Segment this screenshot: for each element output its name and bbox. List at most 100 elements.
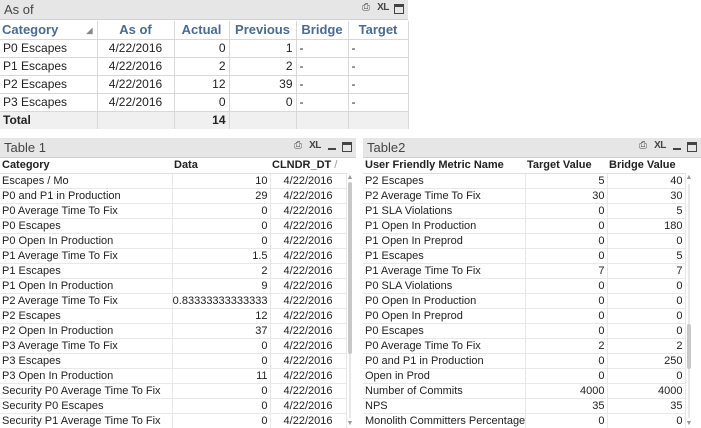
table-row[interactable]: Number of Commits 4000 4000	[363, 383, 686, 399]
table-cell[interactable]: 0	[172, 383, 271, 399]
table-cell[interactable]: 0	[607, 323, 686, 339]
table-cell[interactable]: 0.83333333333333	[172, 293, 271, 309]
table-cell[interactable]: 0	[525, 413, 608, 428]
table-cell[interactable]: 2	[174, 57, 230, 76]
table-cell[interactable]: P0 Escapes	[0, 39, 98, 58]
column-header-target-value[interactable]: Target Value	[525, 158, 607, 174]
table-cell[interactable]: Security P0 Average Time To Fix	[0, 383, 173, 399]
table-cell[interactable]: 40	[607, 173, 686, 189]
column-header-category[interactable]: Category ◢	[0, 21, 98, 40]
table-cell[interactable]: 0	[525, 323, 608, 339]
table-cell[interactable]: 250	[607, 353, 686, 369]
table-cell[interactable]: 2	[525, 338, 608, 354]
table-cell[interactable]: P2 Average Time To Fix	[0, 293, 173, 309]
table-cell[interactable]: P2 Escapes	[363, 173, 526, 189]
table-cell[interactable]: Security P0 Escapes	[0, 398, 173, 414]
table-cell[interactable]: 0	[525, 248, 608, 264]
table-cell[interactable]: 9	[172, 278, 271, 294]
table-cell[interactable]: P3 Average Time To Fix	[0, 338, 173, 354]
table-cell[interactable]: -	[296, 39, 349, 58]
table-cell[interactable]: P1 SLA Violations	[363, 203, 526, 219]
table-cell[interactable]: P0 Escapes	[0, 218, 173, 234]
table1-caption-bar[interactable]: Table 1 ⎙ XL	[0, 138, 356, 158]
table-cell[interactable]: 2	[172, 263, 271, 279]
table-cell[interactable]: 2	[607, 338, 686, 354]
table-cell[interactable]: 0	[525, 368, 608, 384]
table-row[interactable]: Security P0 Escapes 0 4/22/2016	[0, 398, 347, 414]
table-cell[interactable]: 0	[172, 353, 271, 369]
table-cell[interactable]: 4/22/2016	[270, 338, 347, 354]
table-row[interactable]: P0 and P1 in Production 0 250	[363, 353, 686, 369]
xl-export-icon[interactable]: XL	[376, 2, 390, 14]
table-cell[interactable]: P0 Average Time To Fix	[363, 338, 526, 354]
table-cell[interactable]: 35	[525, 398, 608, 414]
table-cell[interactable]: 0	[525, 308, 608, 324]
column-header-data[interactable]: Data	[172, 158, 270, 174]
scroll-down-icon[interactable]: ▼	[346, 420, 354, 428]
table-cell[interactable]: 0	[607, 278, 686, 294]
scroll-up-icon[interactable]: ▲	[685, 174, 693, 182]
minimize-icon[interactable]	[671, 140, 683, 152]
table-cell[interactable]: -	[348, 57, 409, 76]
table-cell[interactable]: 39	[229, 75, 297, 94]
table-cell[interactable]: NPS	[363, 398, 526, 414]
table-row[interactable]: P1 SLA Violations 0 5	[363, 203, 686, 219]
table-cell[interactable]: 0	[525, 278, 608, 294]
table-row[interactable]: P2 Average Time To Fix 30 30	[363, 188, 686, 204]
table-row[interactable]: P0 Escapes 0 4/22/2016	[0, 218, 347, 234]
table-cell[interactable]: -	[348, 39, 409, 58]
table-row[interactable]: P2 Escapes 5 40	[363, 173, 686, 189]
table-row[interactable]: P2 Escapes 12 4/22/2016	[0, 308, 347, 324]
table-cell[interactable]: 0	[607, 413, 686, 428]
table-cell[interactable]: 0	[229, 93, 297, 112]
table-cell[interactable]: P0 and P1 in Production	[0, 188, 173, 204]
table-cell[interactable]: P3 Escapes	[0, 353, 173, 369]
table-row[interactable]: P0 SLA Violations 0 0	[363, 278, 686, 294]
table-cell[interactable]: P0 Average Time To Fix	[0, 203, 173, 219]
table-row[interactable]: Escapes / Mo 10 4/22/2016	[0, 173, 347, 189]
table-row[interactable]: P0 Average Time To Fix 0 4/22/2016	[0, 203, 347, 219]
table-row[interactable]: P2 Open In Production 37 4/22/2016	[0, 323, 347, 339]
table-cell[interactable]: P0 Escapes	[363, 323, 526, 339]
table-cell[interactable]: 0	[525, 353, 608, 369]
table-cell[interactable]: P2 Open In Production	[0, 323, 173, 339]
print-icon[interactable]: ⎙	[292, 140, 304, 152]
table-cell[interactable]: P1 Average Time To Fix	[363, 263, 526, 279]
table-cell[interactable]: P0 Open In Production	[363, 293, 526, 309]
table-row[interactable]: P2 Escapes 4/22/2016 12 39- -	[0, 75, 409, 94]
table-cell[interactable]: 0	[172, 413, 271, 428]
table-cell[interactable]: 4/22/2016	[97, 93, 175, 112]
table-row[interactable]: P1 Escapes 4/22/2016 2 2- -	[0, 57, 409, 76]
table-cell[interactable]: 4/22/2016	[270, 413, 347, 428]
table-row[interactable]: P1 Open In Production 9 4/22/2016	[0, 278, 347, 294]
table-cell[interactable]: -	[296, 93, 349, 112]
table-row[interactable]: P0 Open In Production 0 0	[363, 293, 686, 309]
table-row[interactable]: P3 Escapes 0 4/22/2016	[0, 353, 347, 369]
table-cell[interactable]: 0	[525, 293, 608, 309]
table-cell[interactable]: 30	[525, 188, 608, 204]
table-row[interactable]: P1 Escapes 0 5	[363, 248, 686, 264]
maximize-icon[interactable]	[394, 3, 404, 14]
table-row[interactable]: P3 Open In Production 11 4/22/2016	[0, 368, 347, 384]
table-cell[interactable]: 4/22/2016	[270, 218, 347, 234]
sort-icon[interactable]: ◢	[86, 26, 92, 35]
table-row[interactable]: Security P0 Average Time To Fix 0 4/22/201…	[0, 383, 347, 399]
table-cell[interactable]: 4/22/2016	[270, 368, 347, 384]
xl-export-icon[interactable]: XL	[653, 140, 667, 152]
table-cell[interactable]: 0	[525, 203, 608, 219]
table-cell[interactable]: 10	[172, 173, 271, 189]
table-cell[interactable]: Security P1 Average Time To Fix	[0, 413, 173, 428]
scroll-track[interactable]	[688, 184, 690, 418]
table-cell[interactable]: P1 Open In Preprod	[363, 233, 526, 249]
table-row[interactable]: P1 Open In Production 0 180	[363, 218, 686, 234]
table-cell[interactable]: 4/22/2016	[97, 39, 175, 58]
table-cell[interactable]: 4/22/2016	[270, 353, 347, 369]
table-cell[interactable]: 7	[607, 263, 686, 279]
table-cell[interactable]: -	[348, 75, 409, 94]
table-cell[interactable]: 5	[525, 173, 608, 189]
table-row[interactable]: P0 Escapes 4/22/2016 0 1- -	[0, 39, 409, 58]
table-cell[interactable]: 0	[607, 368, 686, 384]
table-cell[interactable]: P1 Average Time To Fix	[0, 248, 173, 264]
table-cell[interactable]: P1 Open In Production	[363, 218, 526, 234]
table-row[interactable]: Monolith Committers Percentage 0 0	[363, 413, 686, 428]
